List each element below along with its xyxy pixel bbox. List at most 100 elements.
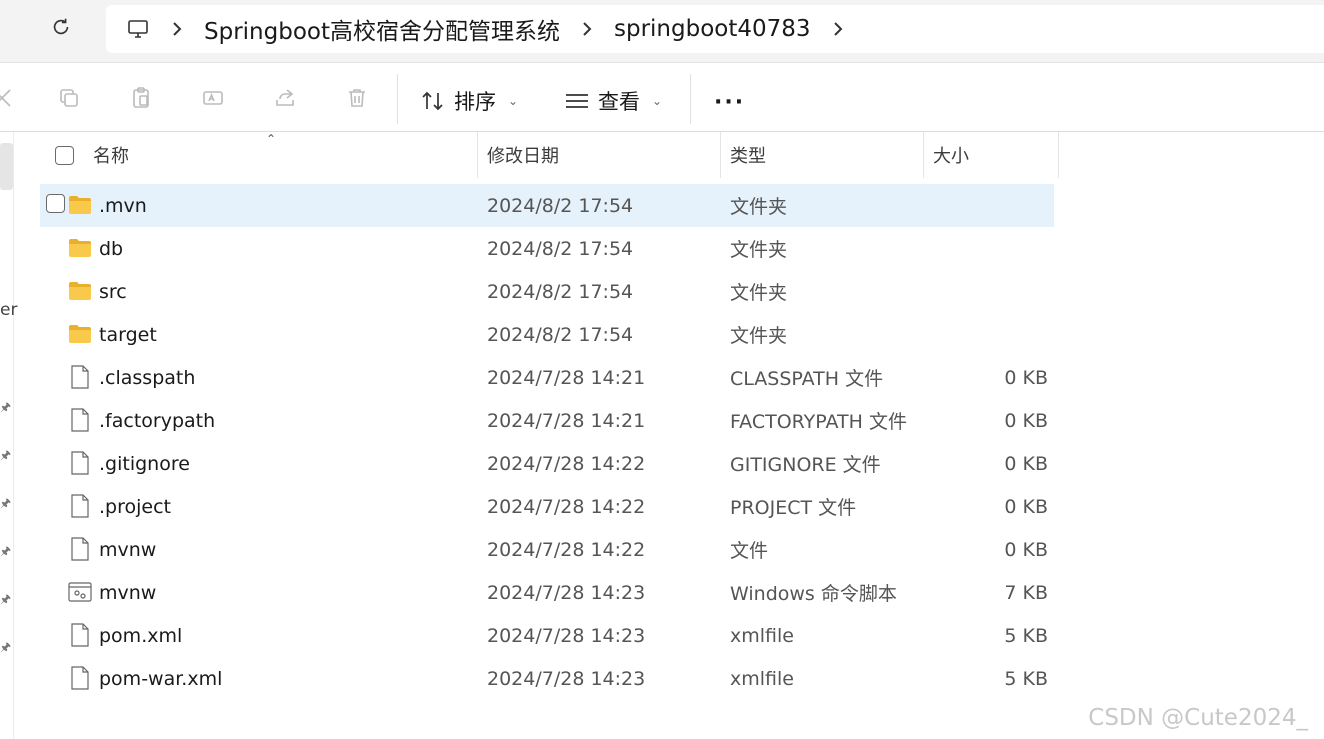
sort-icon (422, 91, 443, 111)
address-bar-region: Springboot高校宿舍分配管理系统 springboot40783 (0, 0, 1324, 63)
file-name: db (99, 237, 124, 260)
chevron-right-icon (173, 22, 182, 36)
file-name: .gitignore (99, 452, 190, 475)
rename-button[interactable] (199, 84, 227, 112)
file-row[interactable]: pom.xml 2024/7/28 14:23 xmlfile 5 KB (40, 614, 1054, 657)
computer-icon (128, 20, 148, 38)
file-row[interactable]: .mvn 2024/8/2 17:54 文件夹 (40, 184, 1054, 227)
file-type: 文件夹 (730, 282, 788, 304)
pin-icon[interactable]: 🖈 (0, 494, 11, 515)
paste-button[interactable] (127, 84, 155, 112)
file-size: 0 KB (1004, 366, 1048, 389)
file-row[interactable]: target 2024/8/2 17:54 文件夹 (40, 313, 1054, 356)
file-icon (68, 623, 92, 647)
delete-button[interactable] (343, 84, 371, 112)
cut-button[interactable] (0, 84, 16, 112)
chevron-down-icon: ⌄ (652, 94, 663, 108)
file-row[interactable]: .factorypath 2024/7/28 14:21 FACTORYPATH 文… (40, 399, 1054, 442)
pin-icon[interactable]: 🖈 (0, 638, 11, 659)
file-row[interactable]: .project 2024/7/28 14:22 PROJECT 文件 0 KB (40, 485, 1054, 528)
file-row[interactable]: mvnw 2024/7/28 14:23 Windows 命令脚本 7 KB (40, 571, 1054, 614)
breadcrumb-item-folder[interactable]: springboot40783 (614, 16, 811, 42)
file-modified: 2024/8/2 17:54 (487, 237, 634, 260)
refresh-button[interactable] (46, 12, 76, 42)
column-resize-handle[interactable] (720, 132, 721, 178)
copy-button[interactable] (55, 84, 83, 112)
file-size: 0 KB (1004, 452, 1048, 475)
select-all-checkbox[interactable] (55, 132, 74, 178)
column-name[interactable]: 名称 (93, 132, 129, 178)
file-row[interactable]: db 2024/8/2 17:54 文件夹 (40, 227, 1054, 270)
checkbox[interactable] (55, 145, 74, 165)
file-type: xmlfile (730, 667, 794, 690)
address-bar[interactable]: Springboot高校宿舍分配管理系统 springboot40783 (106, 5, 1324, 53)
file-modified: 2024/8/2 17:54 (487, 280, 634, 303)
this-pc-button[interactable] (126, 17, 150, 41)
refresh-icon (53, 18, 69, 35)
pin-icon[interactable]: 🖈 (0, 446, 11, 467)
column-type[interactable]: 类型 (730, 132, 766, 178)
column-size-label: 大小 (933, 146, 969, 167)
file-type: 文件夹 (730, 196, 788, 218)
breadcrumb-item-project[interactable]: Springboot高校宿舍分配管理系统 (204, 12, 560, 46)
script-icon (68, 580, 92, 604)
more-options-button[interactable]: ··· (714, 90, 745, 115)
file-list: .mvn 2024/8/2 17:54 文件夹 db 2024/8/2 17:54 文件夹… (40, 184, 1054, 700)
file-row[interactable]: src 2024/8/2 17:54 文件夹 (40, 270, 1054, 313)
file-type: 文件夹 (730, 239, 788, 261)
file-name: target (99, 323, 157, 346)
file-row[interactable]: pom-war.xml 2024/7/28 14:23 xmlfile 5 KB (40, 657, 1054, 700)
column-resize-handle[interactable] (923, 132, 924, 178)
file-icon (68, 408, 92, 432)
folder-icon (68, 193, 92, 217)
cut-icon (0, 89, 11, 107)
file-type: PROJECT 文件 (730, 497, 857, 519)
chevron-right-icon (833, 22, 842, 36)
file-size: 7 KB (1004, 581, 1048, 604)
file-row[interactable]: .classpath 2024/7/28 14:21 CLASSPATH 文件 0 K… (40, 356, 1054, 399)
rename-icon (203, 91, 223, 105)
pin-icon[interactable]: 🖈 (0, 542, 11, 563)
file-row[interactable]: .gitignore 2024/7/28 14:22 GITIGNORE 文件 0 K… (40, 442, 1054, 485)
paste-icon (133, 87, 149, 108)
file-modified: 2024/7/28 14:22 (487, 495, 646, 518)
file-name: mvnw (99, 538, 157, 561)
file-type: 文件 (730, 540, 769, 562)
nav-item-fragment[interactable]: er (0, 300, 17, 320)
breadcrumb-chevron[interactable] (570, 20, 604, 38)
sort-label: 排序 (454, 90, 496, 114)
file-modified: 2024/7/28 14:22 (487, 452, 646, 475)
nav-scrollbar-thumb[interactable] (0, 143, 13, 190)
file-modified: 2024/7/28 14:23 (487, 667, 646, 690)
command-bar: 排序 ⌄ 查看 ⌄ ··· (0, 64, 1324, 132)
file-icon (68, 451, 92, 475)
file-size: 5 KB (1004, 624, 1048, 647)
file-modified: 2024/8/2 17:54 (487, 323, 634, 346)
pin-icon[interactable]: 🖈 (0, 590, 11, 611)
folder-icon (68, 236, 92, 260)
sort-button[interactable]: 排序 ⌄ (420, 86, 518, 116)
column-resize-handle[interactable] (477, 132, 478, 178)
file-size: 0 KB (1004, 409, 1048, 432)
column-modified[interactable]: 修改日期 (487, 132, 559, 178)
pin-icon[interactable]: 🖈 (0, 398, 11, 419)
file-modified: 2024/7/28 14:23 (487, 581, 646, 604)
file-type: 文件夹 (730, 325, 788, 347)
row-checkbox[interactable] (46, 194, 65, 213)
column-modified-label: 修改日期 (487, 146, 559, 167)
folder-icon (68, 279, 92, 303)
file-size: 0 KB (1004, 495, 1048, 518)
file-name: .factorypath (99, 409, 216, 432)
view-button[interactable]: 查看 ⌄ (564, 86, 662, 116)
file-modified: 2024/7/28 14:22 (487, 538, 646, 561)
file-type: Windows 命令脚本 (730, 583, 897, 605)
file-row[interactable]: mvnw 2024/7/28 14:22 文件 0 KB (40, 528, 1054, 571)
column-size[interactable]: 大小 (933, 132, 969, 178)
column-resize-handle[interactable] (1058, 132, 1059, 178)
file-name: .classpath (99, 366, 196, 389)
column-type-label: 类型 (730, 146, 766, 167)
file-size: 5 KB (1004, 667, 1048, 690)
share-button[interactable] (271, 84, 299, 112)
breadcrumb-chevron[interactable] (821, 20, 855, 38)
breadcrumb-chevron[interactable] (160, 20, 194, 38)
